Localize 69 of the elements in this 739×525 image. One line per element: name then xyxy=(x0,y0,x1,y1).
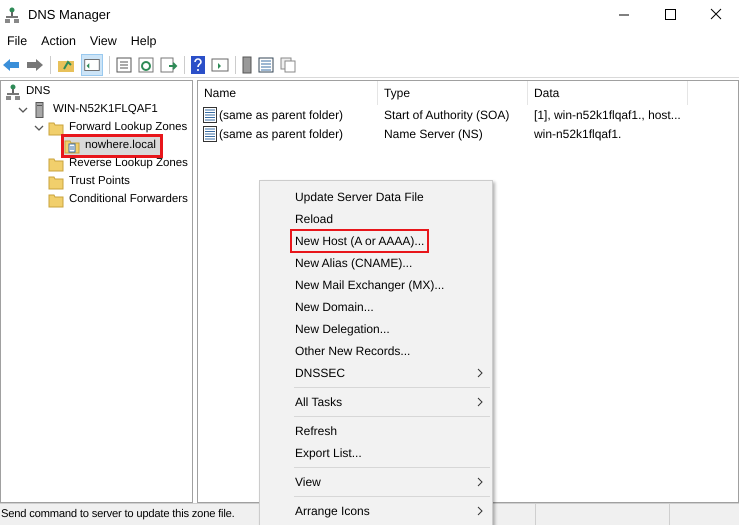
tree-item[interactable]: nowhere.local xyxy=(64,137,160,155)
pane-view-icon[interactable] xyxy=(211,56,229,72)
menu-item-label: Other New Records... xyxy=(295,343,410,360)
dns-icon xyxy=(5,84,21,100)
menu-item[interactable]: View xyxy=(82,32,124,50)
tree-item[interactable]: Reverse Lookup Zones xyxy=(48,155,192,173)
menu-item-label: New Mail Exchanger (MX)... xyxy=(295,277,444,294)
list-icon[interactable] xyxy=(258,56,274,72)
table-cell-text: (same as parent folder) xyxy=(219,126,344,142)
context-menu-item[interactable]: New Domain... xyxy=(294,296,490,318)
record-icon xyxy=(203,106,217,122)
menu-item-label: New Delegation... xyxy=(295,321,390,338)
menu-item-label: Reload xyxy=(295,211,334,228)
tree-item[interactable]: Conditional Forwarders xyxy=(48,191,192,209)
record-icon xyxy=(203,126,217,142)
menu-item-label: Export List... xyxy=(295,445,362,462)
table-cell: Start of Authority (SOA) xyxy=(384,108,510,122)
tree-item[interactable]: WIN-N52K1FLQAF1 xyxy=(32,101,162,119)
context-menu-item[interactable]: Arrange Icons xyxy=(294,500,490,522)
menu-item-label: DNSSEC xyxy=(295,365,346,382)
context-menu-item[interactable]: All Tasks xyxy=(294,391,490,413)
menu-item-label: All Tasks xyxy=(295,394,342,411)
context-menu-item[interactable]: Update Server Data File xyxy=(294,186,490,208)
menu-item-label: Arrange Icons xyxy=(295,503,370,520)
table-cell: win-n52k1flqaf1. xyxy=(534,126,622,140)
menu-item[interactable]: Action xyxy=(34,32,83,50)
context-menu-item[interactable]: Other New Records... xyxy=(294,340,490,362)
properties-icon[interactable] xyxy=(116,56,132,72)
menu-item-label: Update Server Data File xyxy=(295,189,424,206)
context-menu-item[interactable]: New Alias (CNAME)... xyxy=(294,252,490,274)
folder-icon xyxy=(48,120,64,136)
column-header[interactable]: Type xyxy=(378,81,528,105)
menu-item-label: New Host (A or AAAA)... xyxy=(290,229,430,253)
help-icon[interactable] xyxy=(191,56,205,74)
copy-icon[interactable] xyxy=(280,56,296,72)
window-title: DNS Manager xyxy=(28,6,110,24)
context-menu-item[interactable]: Reload xyxy=(294,208,490,230)
tree-item[interactable]: DNS xyxy=(5,83,54,101)
menu-item-label: New Alias (CNAME)... xyxy=(295,255,412,272)
folder-icon xyxy=(48,156,64,172)
server-icon[interactable] xyxy=(242,56,252,74)
table-cell: Name Server (NS) xyxy=(384,126,483,140)
context-menu-item[interactable]: View xyxy=(294,471,490,493)
context-menu-item[interactable]: New Delegation... xyxy=(294,318,490,340)
tree-item[interactable]: Forward Lookup Zones xyxy=(48,119,192,137)
menu-item-label: New Domain... xyxy=(295,299,374,316)
forward-arrow-icon[interactable] xyxy=(26,56,44,72)
status-text: Send command to server to update this zone file. xyxy=(0,507,235,522)
back-arrow-icon[interactable] xyxy=(2,56,20,72)
folder-icon xyxy=(48,192,64,208)
context-menu-item[interactable]: New Mail Exchanger (MX)... xyxy=(294,274,490,296)
refresh-icon[interactable] xyxy=(138,56,154,72)
context-menu-item[interactable]: DNSSEC xyxy=(294,362,490,384)
menu-item-label: Refresh xyxy=(295,423,338,440)
menu-item[interactable]: File xyxy=(0,32,34,50)
table-cell-text: (same as parent folder) xyxy=(219,106,344,124)
column-header[interactable]: Data xyxy=(528,81,688,105)
export-icon[interactable] xyxy=(160,56,178,72)
pane-toggle-icon[interactable] xyxy=(81,54,103,76)
zone-folder-icon xyxy=(64,138,80,154)
menu-item-label: View xyxy=(295,474,321,491)
context-menu-item[interactable]: Export List... xyxy=(294,442,490,464)
context-menu-item[interactable]: Refresh xyxy=(294,420,490,442)
folder-icon xyxy=(48,174,64,190)
dns-app-icon xyxy=(5,7,19,23)
table-cell: [1], win-n52k1flqaf1., host... xyxy=(534,108,681,122)
tree-item[interactable]: Trust Points xyxy=(48,173,134,191)
menu-item[interactable]: Help xyxy=(124,32,164,50)
column-header[interactable]: Name xyxy=(198,81,378,105)
